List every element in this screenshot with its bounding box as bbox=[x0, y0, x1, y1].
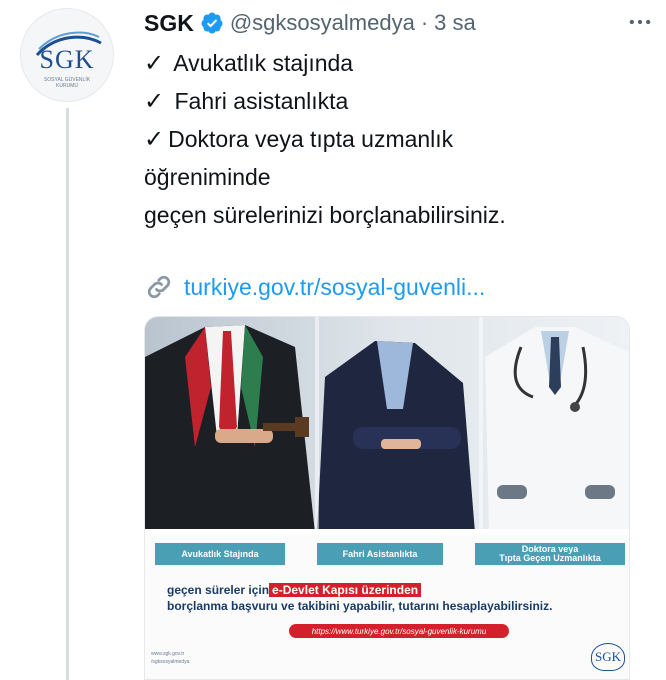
media-url-pill: https://www.turkiye.gov.tr/sosyal-guvenl… bbox=[289, 624, 509, 638]
text-line-5: geçen sürelerinizi borçlanabilirsiniz. bbox=[144, 202, 506, 228]
edevlet-highlight: e-Devlet Kapısı üzerinden bbox=[269, 583, 422, 597]
tweet-text: ✓ Avukatlık stajında ✓ Fahri asistanlıkt… bbox=[144, 44, 644, 234]
tweet-header: SGK @sgksosyalmedya · 3 sa bbox=[144, 8, 476, 38]
text-line-2: ✓ Fahri asistanlıkta bbox=[144, 88, 349, 115]
more-icon[interactable] bbox=[626, 8, 654, 36]
thread-line bbox=[66, 108, 69, 680]
avatar-logo-subtext: SOSYAL GÜVENLİK KURUMU bbox=[43, 77, 91, 89]
handle[interactable]: @sgksosyalmedya bbox=[230, 10, 415, 36]
avatar-logo-text: SGK bbox=[39, 45, 95, 74]
label-avukatlik: Avukatlık Stajında bbox=[155, 543, 285, 565]
media-info-text: geçen süreler için e-Devlet Kapısı üzerin… bbox=[167, 583, 553, 613]
media-band bbox=[145, 529, 629, 535]
media-card[interactable]: Avukatlık Stajında Fahri Asistanlıkta Do… bbox=[144, 316, 630, 680]
label-doktora: Doktora veya Tıpta Geçen Uzmanlıkta bbox=[475, 543, 625, 565]
timestamp[interactable]: 3 sa bbox=[434, 10, 476, 36]
check-mark-icon: ✓ bbox=[144, 88, 165, 115]
sgk-logo: SGK bbox=[591, 643, 625, 671]
link-text[interactable]: turkiye.gov.tr/sosyal-guvenli... bbox=[184, 274, 485, 301]
display-name[interactable]: SGK bbox=[144, 10, 194, 37]
separator-dot: · bbox=[420, 10, 429, 35]
avatar[interactable]: SGK SOSYAL GÜVENLİK KURUMU bbox=[20, 8, 114, 102]
check-mark-icon: ✓ bbox=[144, 50, 165, 77]
text-line-1: ✓ Avukatlık stajında bbox=[144, 50, 354, 77]
check-mark-icon: ✓ bbox=[144, 126, 165, 153]
tweet[interactable]: SGK SOSYAL GÜVENLİK KURUMU SGK @sgksosya… bbox=[0, 0, 666, 680]
text-line-3: ✓ Doktora veya tıpta uzmanlık bbox=[144, 126, 454, 153]
media-labels: Avukatlık Stajında Fahri Asistanlıkta Do… bbox=[155, 543, 625, 565]
tweet-link[interactable]: turkiye.gov.tr/sosyal-guvenli... bbox=[144, 272, 485, 302]
link-icon bbox=[147, 275, 171, 299]
label-fahri: Fahri Asistanlıkta bbox=[317, 543, 443, 565]
media-photo bbox=[145, 317, 629, 533]
media-footer: www.sgk.gov.tr /sgksosyalmedya bbox=[151, 651, 190, 665]
verified-badge-icon bbox=[201, 12, 223, 34]
text-line-4: öğreniminde bbox=[144, 164, 271, 190]
